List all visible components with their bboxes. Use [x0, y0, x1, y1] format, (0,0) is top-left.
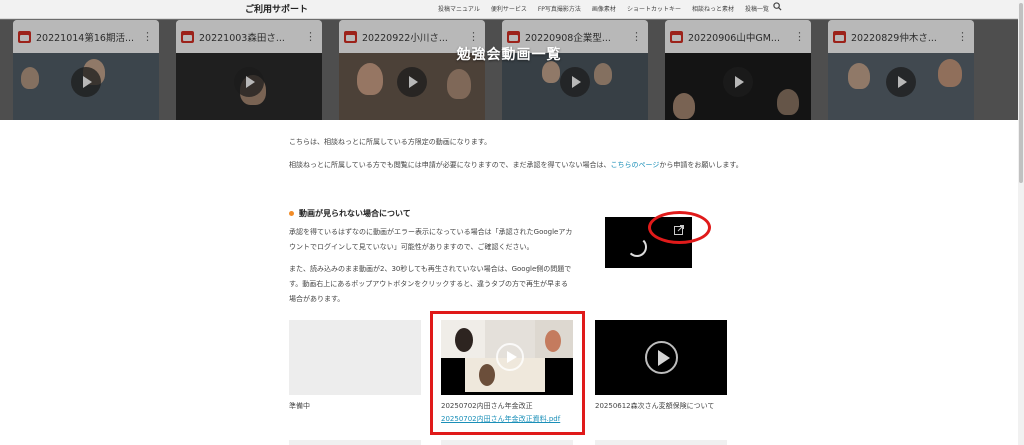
intro-request-text: 相談ねっとに所属している方でも閲覧には申請が必要になりますので、まだ承認を得てい… — [289, 161, 743, 169]
next-row-card — [595, 440, 727, 445]
nav-item-shortcuts[interactable]: ショートカットキー — [627, 4, 681, 13]
bullet-dot-icon — [289, 211, 294, 216]
request-page-link[interactable]: こちらのページ — [611, 161, 660, 169]
top-navigation: ご利用サポート 投稿マニュアル 便利サービス FP写真撮影方法 画像素材 ショー… — [0, 0, 1018, 19]
site-brand[interactable]: ご利用サポート — [245, 2, 308, 15]
section-heading: 動画が見られない場合について — [289, 208, 411, 219]
nav-links: 投稿マニュアル 便利サービス FP写真撮影方法 画像素材 ショートカットキー 相… — [438, 4, 769, 13]
nav-item-materials[interactable]: 相談ねっと素材 — [692, 4, 734, 13]
highlight-box — [430, 311, 585, 435]
nav-item-images[interactable]: 画像素材 — [592, 4, 616, 13]
nav-item-services[interactable]: 便利サービス — [491, 4, 527, 13]
video-placeholder — [289, 320, 421, 395]
hero-overlay — [0, 20, 1018, 120]
intro-text: こちらは、相談ねっとに所属している方限定の動画になります。 — [289, 138, 492, 146]
page-scrollbar[interactable] — [1018, 0, 1024, 445]
search-icon[interactable] — [773, 2, 782, 11]
hero-banner: 20221014第16期活... ⋮ 20221003森田さ... ⋮ 2022… — [0, 0, 1018, 120]
play-icon[interactable] — [645, 341, 678, 374]
scrollbar-thumb[interactable] — [1019, 3, 1023, 183]
nav-item-manual[interactable]: 投稿マニュアル — [438, 4, 480, 13]
video-caption: 20250612森次さん変額保険について — [595, 402, 715, 410]
video-player-variable-insurance[interactable] — [595, 320, 727, 395]
next-row-card — [289, 440, 421, 445]
nav-item-posts[interactable]: 投稿一覧 — [745, 4, 769, 13]
video-caption: 準備中 — [289, 402, 310, 410]
highlight-circle — [648, 211, 711, 244]
notice-paragraph-1: 承認を得ているはずなのに動画がエラー表示になっている場合は「承認されたGoogl… — [289, 228, 573, 251]
page-title: 勉強会動画一覧 — [456, 47, 562, 63]
loading-spinner-icon — [627, 237, 647, 257]
next-row-card — [441, 440, 573, 445]
nav-item-fp-photo[interactable]: FP写真撮影方法 — [538, 4, 581, 13]
notice-paragraph-2: また、読み込みのまま動画が2、30秒しても再生されていない場合は、Google側… — [289, 265, 572, 303]
